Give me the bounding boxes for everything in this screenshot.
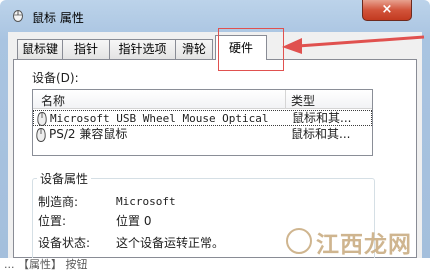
watermark-text: 江西龙网 [316, 231, 412, 258]
close-button[interactable]: × [362, 0, 412, 21]
column-header-name[interactable]: 名称 [41, 92, 65, 109]
window-title: 鼠标 属性 [32, 11, 84, 25]
device-type: 鼠标和其... [292, 111, 352, 125]
location-label: 位置: [38, 214, 67, 228]
device-status-label: 设备状态: [38, 236, 91, 250]
watermark-logo-icon [286, 228, 312, 254]
tab-wheel[interactable]: 滑轮 [175, 39, 213, 59]
watermark: 江西龙网 [286, 224, 426, 258]
device-name: PS/2 兼容鼠标 [49, 127, 128, 141]
mouse-icon [13, 10, 23, 22]
mouse-icon [36, 128, 46, 142]
device-list-header: 名称 类型 [33, 90, 372, 109]
list-item[interactable]: PS/2 兼容鼠标 鼠标和其... [33, 127, 372, 143]
manufacturer-label: 制造商: [38, 195, 79, 209]
location-value: 位置 0 [116, 214, 152, 228]
mouse-icon [37, 112, 47, 126]
tab-pointers[interactable]: 指针 [62, 39, 110, 59]
manufacturer-value: Microsoft [116, 195, 176, 208]
list-item[interactable]: Microsoft USB Wheel Mouse Optical 鼠标和其..… [33, 110, 372, 126]
tab-pointer-options[interactable]: 指针选项 [109, 39, 176, 59]
device-name: Microsoft USB Wheel Mouse Optical [50, 112, 269, 125]
annotation-arrow-icon [282, 35, 425, 54]
device-list[interactable]: 名称 类型 Microsoft USB Wheel Mouse Optical … [32, 89, 373, 156]
annotation-highlight-box [218, 28, 284, 71]
device-type: 鼠标和其... [291, 127, 351, 141]
devices-label: 设备(D): [32, 71, 79, 85]
column-divider[interactable] [285, 90, 286, 108]
column-header-type[interactable]: 类型 [291, 92, 315, 109]
tab-buttons[interactable]: 鼠标键 [17, 39, 63, 59]
device-properties-title: 设备属性 [37, 170, 92, 187]
title-bar[interactable]: 鼠标 属性 × [0, 0, 430, 32]
article-caption: ... 【属性】 按钮 [0, 258, 430, 272]
device-status-value: 这个设备运转正常。 [116, 236, 225, 250]
